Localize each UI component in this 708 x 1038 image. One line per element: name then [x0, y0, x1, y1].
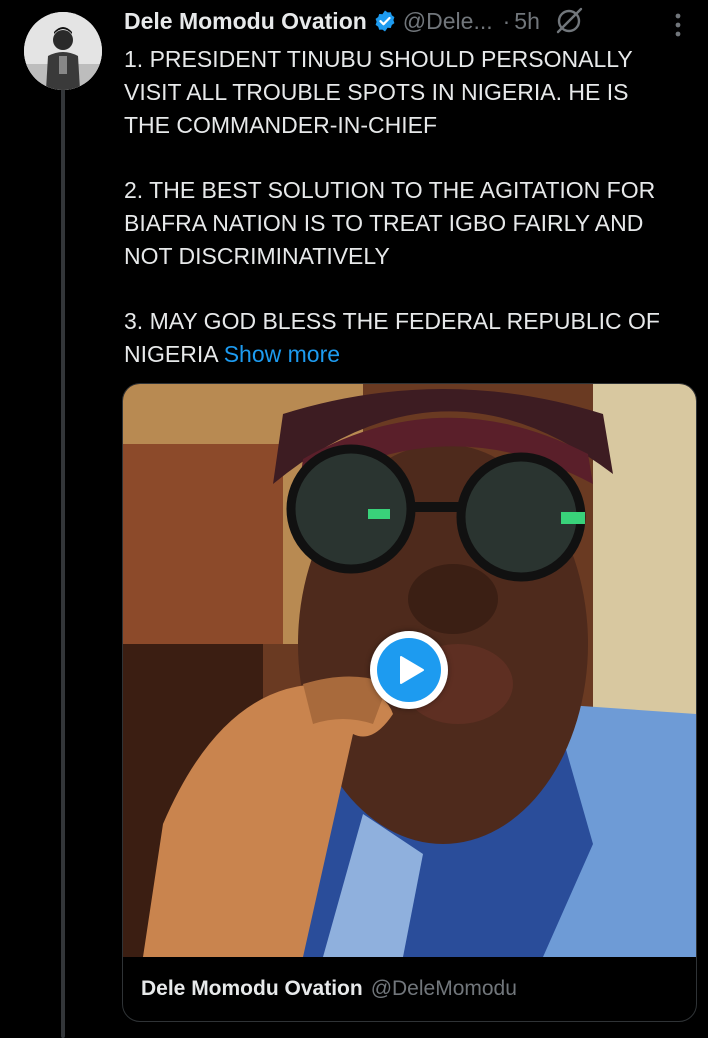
tweet-line: NOT DISCRIMINATIVELY — [124, 242, 390, 269]
tweet-line: BIAFRA NATION IS TO TREAT IGBO FAIRLY AN… — [124, 209, 644, 236]
tweet-line: 2. THE BEST SOLUTION TO THE AGITATION FO… — [124, 177, 656, 204]
tweet-line: VISIT ALL TROUBLE SPOTS IN NIGERIA. HE I… — [124, 78, 629, 105]
play-icon — [399, 656, 424, 684]
grok-icon[interactable] — [554, 6, 584, 36]
thread-connector-line — [61, 88, 65, 1038]
play-button-inner — [377, 638, 441, 702]
source-author-handle: @DeleMomodu — [370, 977, 517, 1000]
tweet-timestamp[interactable]: 5h — [514, 8, 540, 35]
verified-badge-icon — [375, 10, 395, 32]
author-avatar[interactable] — [24, 12, 102, 90]
tweet-line: 3. MAY GOD BLESS THE FEDERAL REPUBLIC OF — [124, 308, 660, 335]
source-author-name: Dele Momodu Ovation — [141, 977, 363, 1000]
tweet-line-with-link: NIGERIA Show more — [124, 338, 694, 371]
tweet-header: Dele Momodu Ovation @Dele... · 5h — [124, 4, 708, 38]
show-more-link[interactable]: Show more — [224, 341, 340, 367]
tweet-line: 1. PRESIDENT TINUBU SHOULD PERSONALLY — [124, 46, 633, 72]
video-attribution[interactable]: Dele Momodu Ovation @DeleMomodu — [123, 957, 696, 1021]
avatar-image — [24, 12, 102, 90]
tweet-line-text: NIGERIA — [124, 341, 218, 368]
separator-dot: · — [502, 7, 511, 34]
more-options-icon[interactable] — [668, 10, 688, 40]
author-handle[interactable]: @Dele... — [403, 8, 493, 35]
play-button[interactable] — [370, 631, 448, 709]
author-name[interactable]: Dele Momodu Ovation — [124, 8, 367, 35]
tweet-line: THE COMMANDER-IN-CHIEF — [124, 111, 438, 138]
tweet-body: 1. PRESIDENT TINUBU SHOULD PERSONALLY VI… — [124, 43, 694, 371]
video-thumbnail[interactable] — [123, 384, 696, 957]
embedded-video-card[interactable]: Dele Momodu Ovation @DeleMomodu — [122, 383, 697, 1022]
